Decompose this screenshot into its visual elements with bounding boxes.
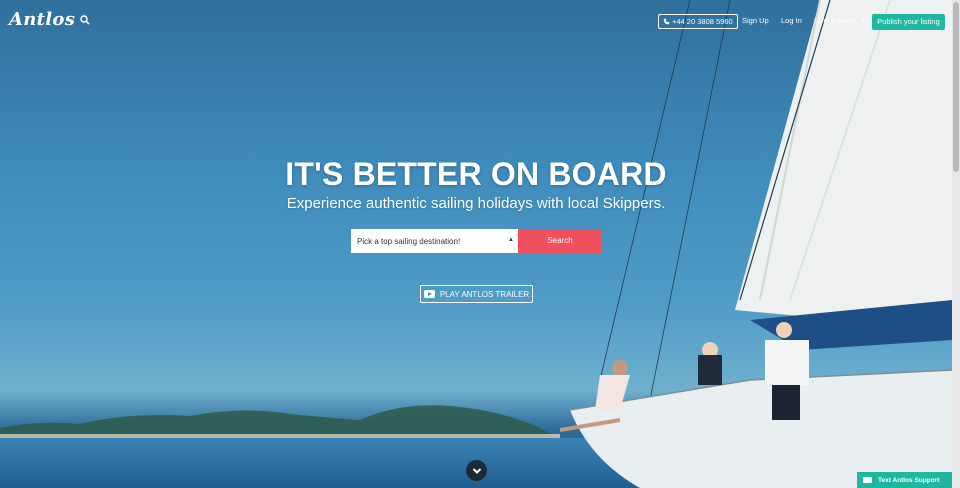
hero-subheadline: Experience authentic sailing holidays wi… — [286, 195, 666, 212]
trailer-label: PLAY ANTLOS TRAILER — [439, 289, 530, 299]
chevron-down-icon — [472, 467, 481, 474]
phone-number: +44 20 3808 5960 — [672, 17, 733, 26]
destination-select[interactable]: Pick a top sailing destination! ▲︎ — [351, 229, 519, 253]
chevron-down-icon: ▼ — [860, 19, 867, 25]
how-it-works-label: How it works — [814, 16, 857, 25]
mail-icon — [863, 477, 872, 483]
scrollbar-thumb[interactable] — [953, 2, 959, 172]
login-link[interactable]: Log In — [781, 16, 802, 25]
text-support-widget[interactable]: Text Antlos Support — [857, 472, 952, 488]
hero-headline: IT'S BETTER ON BOARD — [285, 156, 667, 192]
support-label: Text Antlos Support — [878, 476, 940, 484]
antlos-logo[interactable]: Antlos — [9, 9, 75, 30]
sailboat-illustration — [560, 0, 952, 488]
publish-listing-button[interactable]: Publish your listing — [872, 14, 945, 30]
how-it-works-menu[interactable]: How it works ▼ — [814, 16, 866, 25]
search-icon[interactable] — [80, 15, 90, 25]
play-trailer-button[interactable]: PLAY ANTLOS TRAILER — [420, 285, 533, 303]
youtube-play-icon — [423, 290, 435, 298]
search-button[interactable]: Search — [518, 229, 602, 253]
top-navigation: Antlos +44 20 3808 5960 Sign Up Log In H… — [0, 0, 952, 42]
signup-link[interactable]: Sign Up — [742, 16, 769, 25]
phone-icon — [663, 18, 670, 25]
phone-button[interactable]: +44 20 3808 5960 — [658, 14, 738, 29]
dropdown-arrow-icon: ▲︎ — [508, 237, 514, 243]
destination-placeholder: Pick a top sailing destination! — [357, 236, 461, 246]
scroll-down-button[interactable] — [466, 460, 487, 481]
scrollbar[interactable] — [952, 0, 960, 488]
